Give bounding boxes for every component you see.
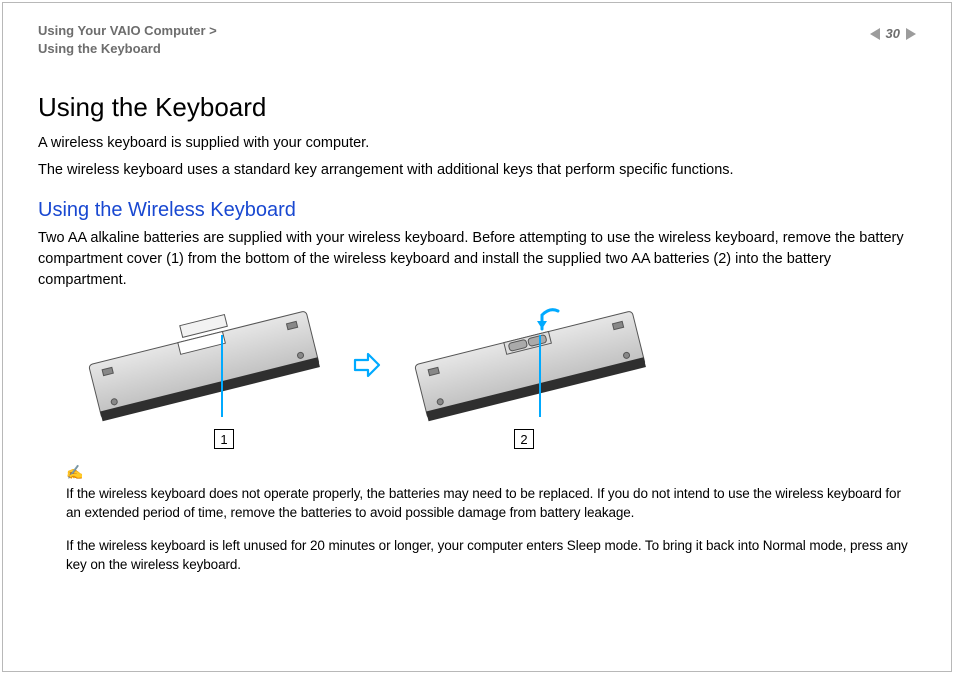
page-navigator: 30 — [870, 26, 916, 41]
section-paragraph: Two AA alkaline batteries are supplied w… — [38, 228, 916, 291]
keyboard-illustration-1 — [74, 305, 334, 425]
figure-row — [74, 305, 916, 425]
breadcrumb: Using Your VAIO Computer > Using the Key… — [38, 22, 217, 58]
page-title: Using the Keyboard — [38, 92, 916, 123]
intro-paragraph-1: A wireless keyboard is supplied with you… — [38, 133, 916, 154]
page-header: Using Your VAIO Computer > Using the Key… — [38, 22, 916, 58]
callout-label-2: 2 — [514, 429, 534, 449]
document-page: Using Your VAIO Computer > Using the Key… — [0, 0, 954, 674]
keyboard-illustration-2 — [400, 305, 660, 425]
figure-callout-row: 1 2 — [74, 429, 916, 449]
section-heading: Using the Wireless Keyboard — [38, 199, 916, 222]
prev-page-arrow-icon[interactable] — [870, 28, 880, 40]
note-icon: ✍ — [66, 463, 916, 483]
page-number: 30 — [886, 26, 900, 41]
intro-paragraph-2: The wireless keyboard uses a standard ke… — [38, 160, 916, 181]
note-paragraph-1: If the wireless keyboard does not operat… — [66, 485, 916, 523]
step-arrow-icon — [352, 350, 382, 380]
breadcrumb-line-1: Using Your VAIO Computer > — [38, 22, 217, 40]
callout-label-1: 1 — [214, 429, 234, 449]
breadcrumb-line-2: Using the Keyboard — [38, 40, 217, 58]
next-page-arrow-icon[interactable] — [906, 28, 916, 40]
note-paragraph-2: If the wireless keyboard is left unused … — [66, 537, 916, 575]
note-block: ✍ If the wireless keyboard does not oper… — [66, 463, 916, 574]
